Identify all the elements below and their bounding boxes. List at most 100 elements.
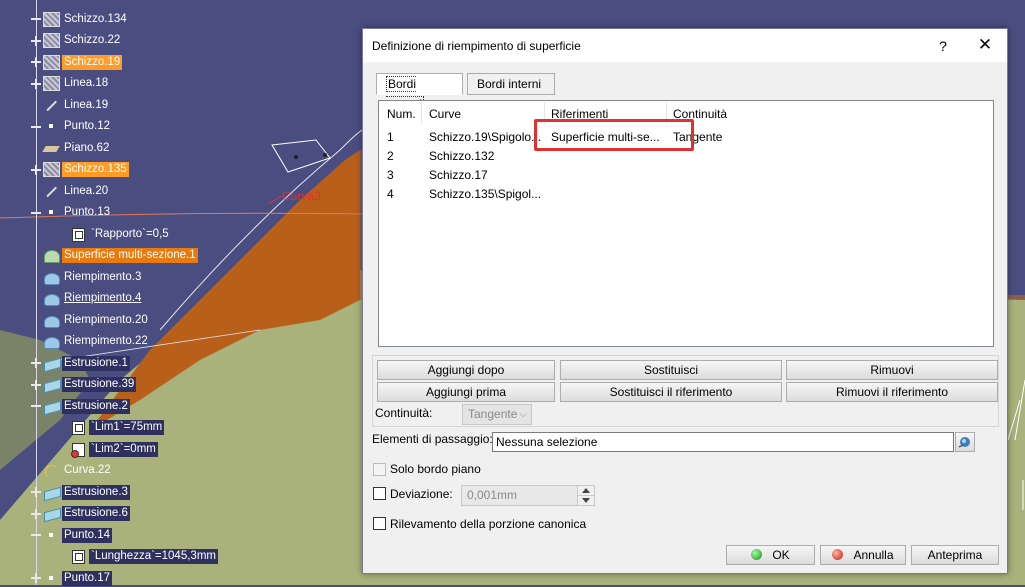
continuity-select[interactable]: Tangente ⌵	[462, 404, 532, 425]
multi-section-surface-icon	[43, 248, 60, 263]
collapse-icon[interactable]	[31, 14, 41, 24]
deviation-spinner[interactable]	[577, 485, 595, 506]
collapse-icon[interactable]	[31, 122, 41, 132]
collapse-icon[interactable]	[31, 401, 41, 411]
expand-icon[interactable]	[31, 78, 41, 89]
tree-item-label: Curva.22	[64, 464, 111, 476]
tree-item[interactable]: Riempimento.22	[31, 333, 150, 351]
tree-item[interactable]: Linea.19	[31, 96, 110, 114]
sketch-icon	[43, 11, 60, 27]
tree-item[interactable]: Schizzo.22	[31, 32, 122, 50]
tree-item-label: Riempimento.22	[64, 335, 148, 347]
specification-tree[interactable]: Schizzo.134 Schizzo.22 Schizzo.19 Linea.18 L…	[0, 0, 360, 587]
tree-item[interactable]: Estrusione.39	[31, 376, 137, 394]
sketch-icon	[43, 162, 60, 177]
collapse-icon[interactable]	[31, 530, 41, 540]
tree-item[interactable]: Curva.22	[31, 462, 113, 480]
edit-buttons-panel: Aggiungi dopo Sostituisci Rimuovi Aggiun…	[372, 355, 999, 427]
tree-item-label: Linea.19	[64, 98, 109, 111]
parameter-icon	[70, 420, 87, 435]
fill-icon	[43, 270, 60, 285]
fill-surface-dialog: Definizione di riempimento di superficie…	[362, 28, 1008, 574]
close-button[interactable]: ✕	[975, 35, 995, 55]
passing-elements-field[interactable]: Nessuna selezione	[492, 432, 954, 452]
line-icon	[43, 98, 60, 113]
add-before-button[interactable]: Aggiungi prima	[377, 382, 555, 402]
point-icon	[43, 205, 60, 220]
fill-icon	[43, 313, 60, 328]
tree-item[interactable]: Linea.20	[31, 182, 110, 200]
tree-item[interactable]: Riempimento.20	[31, 311, 150, 329]
tree-item-label: Superficie multi-sezione.1	[62, 248, 198, 263]
tree-item[interactable]: `Lim2`=0mm	[58, 440, 158, 458]
extrude-icon	[43, 485, 60, 500]
add-after-button[interactable]: Aggiungi dopo	[377, 360, 555, 380]
chevron-down-icon: ⌵	[519, 409, 527, 420]
tree-item[interactable]: `Rapporto`=0,5	[58, 225, 171, 243]
tree-item[interactable]: Schizzo.19	[31, 53, 123, 71]
tree-item[interactable]: `Lunghezza`=1045,3mm	[58, 548, 218, 566]
expand-icon[interactable]	[31, 573, 41, 583]
tree-item-label: Schizzo.134	[64, 12, 127, 25]
collapse-icon[interactable]	[31, 208, 41, 218]
parameter-icon	[70, 549, 87, 564]
tree-item[interactable]: Riempimento.4	[31, 290, 143, 308]
tree-item-label: Piano.62	[64, 141, 110, 154]
expand-icon[interactable]	[31, 35, 41, 46]
cancel-button[interactable]: Annulla	[820, 545, 906, 565]
tree-item[interactable]: Punto.12	[31, 118, 112, 136]
tree-item[interactable]: Linea.18	[31, 75, 110, 93]
sketch-icon	[43, 54, 60, 70]
tree-item[interactable]: `Lim1`=75mm	[58, 419, 165, 437]
tree-item[interactable]: Punto.13	[31, 204, 112, 222]
column-header-curves[interactable]: Curve	[429, 107, 461, 121]
selection-list-icon[interactable]	[955, 432, 975, 452]
tree-item-label: Estrusione.39	[62, 377, 137, 392]
help-button[interactable]: ?	[933, 36, 953, 56]
expand-icon[interactable]	[31, 487, 41, 497]
tree-item-label: Linea.20	[64, 184, 109, 197]
tab-outer-boundaries[interactable]: Bordi esterni	[376, 73, 463, 112]
tree-item[interactable]: Riempimento.3	[31, 268, 143, 286]
annotation-highlight-box	[534, 119, 694, 151]
expand-icon[interactable]	[31, 508, 41, 519]
tree-item-label: Schizzo.135	[62, 162, 129, 177]
tree-item-label: Schizzo.22	[64, 34, 121, 46]
extrude-icon	[43, 399, 60, 414]
tree-item[interactable]: Schizzo.135	[31, 161, 129, 179]
expand-icon[interactable]	[31, 379, 41, 390]
deviation-input[interactable]: 0,001mm	[461, 485, 578, 506]
tree-item-label: Punto.14	[62, 527, 113, 543]
tree-item-label: `Lunghezza`=1045,3mm	[89, 549, 218, 564]
replace-button[interactable]: Sostituisci	[560, 360, 782, 380]
tree-item[interactable]: Estrusione.3	[31, 483, 130, 501]
replace-reference-button[interactable]: Sostituisci il riferimento	[560, 382, 782, 402]
tree-item[interactable]: Punto.17	[31, 569, 113, 587]
red-orb-icon	[832, 549, 844, 560]
tree-item[interactable]: Piano.62	[31, 139, 111, 157]
expand-icon[interactable]	[31, 164, 41, 175]
ok-button[interactable]: OK	[726, 545, 815, 565]
parameter-error-icon	[70, 442, 87, 458]
tree-item[interactable]: Estrusione.2	[31, 397, 130, 415]
tree-item[interactable]: Superficie multi-sezione.1	[31, 247, 198, 265]
tab-inner-boundaries[interactable]: Bordi interni	[467, 73, 555, 95]
green-orb-icon	[751, 549, 763, 560]
dialog-titlebar[interactable]: Definizione di riempimento di superficie…	[363, 29, 1007, 62]
expand-icon[interactable]	[31, 358, 41, 368]
tree-item[interactable]: Schizzo.134	[31, 10, 129, 28]
column-header-num[interactable]: Num.	[387, 107, 416, 121]
preview-button[interactable]: Anteprima	[911, 545, 999, 565]
tree-item[interactable]: Estrusione.1	[31, 354, 130, 372]
deviation-checkbox[interactable]	[373, 487, 386, 500]
tree-item[interactable]: Estrusione.6	[31, 505, 130, 523]
plane-only-checkbox[interactable]	[373, 463, 386, 476]
tree-item-label: Riempimento.4	[64, 292, 142, 304]
tree-item[interactable]: Punto.14	[31, 526, 113, 544]
curve-icon	[43, 463, 60, 479]
boundary-curves-list[interactable]: Num. Curve Riferimenti Continuità 1 Schi…	[378, 100, 994, 347]
remove-button[interactable]: Rimuovi	[786, 360, 998, 380]
canonical-checkbox[interactable]	[373, 517, 386, 530]
remove-reference-button[interactable]: Rimuovi il riferimento	[786, 382, 998, 402]
expand-icon[interactable]	[31, 57, 41, 67]
